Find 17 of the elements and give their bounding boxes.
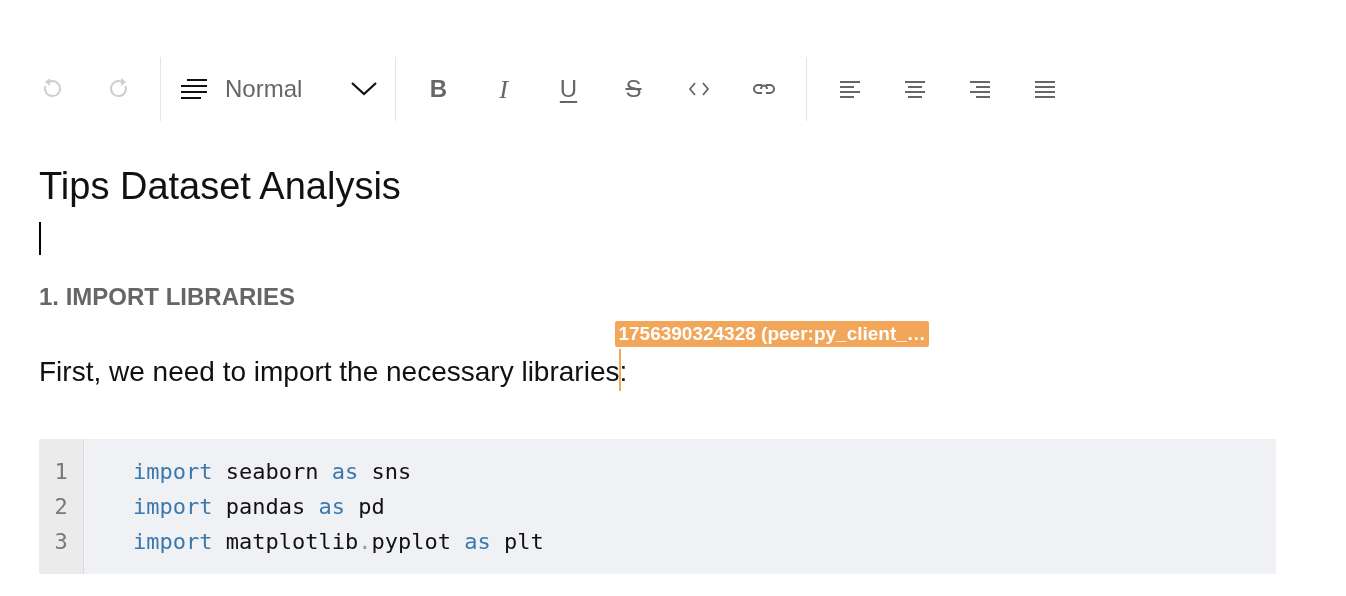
underline-button[interactable]: U: [548, 67, 589, 111]
collaborator-label: 1756390324328 (peer:py_client_…: [615, 321, 929, 347]
document-title: Tips Dataset Analysis: [39, 164, 402, 209]
paragraph-icon: [179, 77, 209, 101]
code-line: import seaborn as sns: [133, 458, 413, 486]
block-type-dropdown[interactable]: Normal: [171, 67, 385, 111]
bold-button[interactable]: B: [418, 67, 459, 111]
line-number: 3: [54, 528, 68, 556]
italic-button[interactable]: I: [483, 67, 524, 111]
section-heading: 1. IMPORT LIBRARIES: [39, 282, 297, 312]
text-cursor: [39, 222, 41, 255]
line-number: 2: [54, 493, 68, 521]
line-number: 1: [54, 458, 68, 486]
strikethrough-button[interactable]: S: [613, 67, 654, 111]
code-line: import pandas as pd: [133, 493, 386, 521]
chevron-down-icon: [351, 82, 377, 96]
code-line: import matplotlib.pyplot as plt: [133, 528, 544, 556]
